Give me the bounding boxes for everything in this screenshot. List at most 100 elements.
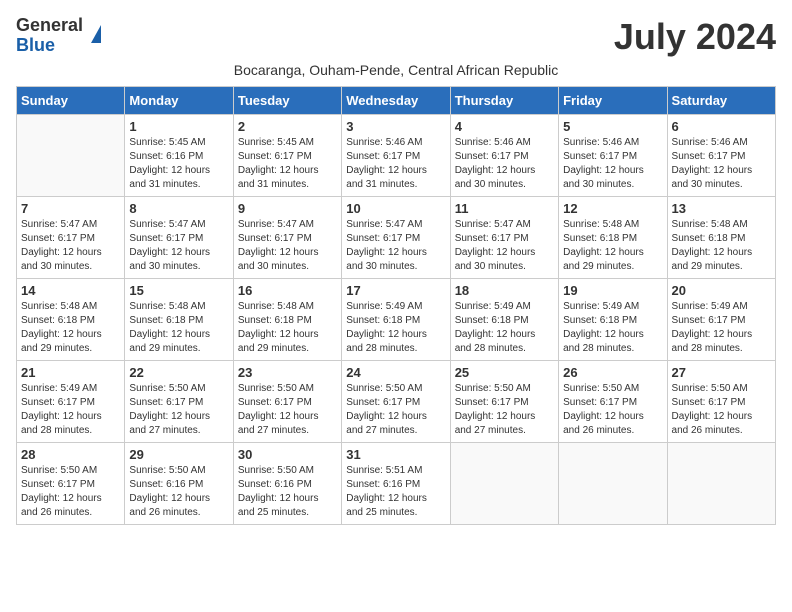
day-info: Sunrise: 5:47 AM Sunset: 6:17 PM Dayligh… [21,218,120,274]
day-number: 11 [455,201,554,216]
day-info: Sunrise: 5:50 AM Sunset: 6:16 PM Dayligh… [129,464,228,520]
logo-icon [91,25,101,43]
day-info: Sunrise: 5:47 AM Sunset: 6:17 PM Dayligh… [346,218,445,274]
logo: General Blue [16,16,101,56]
day-info: Sunrise: 5:48 AM Sunset: 6:18 PM Dayligh… [238,300,337,356]
calendar-week-row: 1 Sunrise: 5:45 AM Sunset: 6:16 PM Daylig… [17,115,776,197]
day-number: 16 [238,283,337,298]
day-number: 6 [672,119,771,134]
day-number: 26 [563,365,662,380]
day-number: 3 [346,119,445,134]
day-info: Sunrise: 5:50 AM Sunset: 6:17 PM Dayligh… [455,382,554,438]
calendar-cell: 12 Sunrise: 5:48 AM Sunset: 6:18 PM Dayli… [559,197,667,279]
logo-blue-text: Blue [16,36,83,56]
month-title: July 2024 [614,16,776,58]
calendar-cell: 2 Sunrise: 5:45 AM Sunset: 6:17 PM Daylig… [233,115,341,197]
day-number: 13 [672,201,771,216]
day-info: Sunrise: 5:46 AM Sunset: 6:17 PM Dayligh… [563,136,662,192]
day-info: Sunrise: 5:46 AM Sunset: 6:17 PM Dayligh… [455,136,554,192]
calendar-cell: 11 Sunrise: 5:47 AM Sunset: 6:17 PM Dayli… [450,197,558,279]
day-number: 17 [346,283,445,298]
day-info: Sunrise: 5:45 AM Sunset: 6:17 PM Dayligh… [238,136,337,192]
calendar-week-row: 7 Sunrise: 5:47 AM Sunset: 6:17 PM Daylig… [17,197,776,279]
calendar-cell: 21Sunrise: 5:49 AM Sunset: 6:17 PM Dayli… [17,361,125,443]
calendar-cell: 5 Sunrise: 5:46 AM Sunset: 6:17 PM Daylig… [559,115,667,197]
calendar-cell: 9 Sunrise: 5:47 AM Sunset: 6:17 PM Daylig… [233,197,341,279]
day-info: Sunrise: 5:48 AM Sunset: 6:18 PM Dayligh… [563,218,662,274]
calendar-cell: 29 Sunrise: 5:50 AM Sunset: 6:16 PM Dayli… [125,443,233,525]
day-info: Sunrise: 5:49 AM Sunset: 6:18 PM Dayligh… [563,300,662,356]
day-info: Sunrise: 5:46 AM Sunset: 6:17 PM Dayligh… [672,136,771,192]
day-number: 9 [238,201,337,216]
calendar-cell: 24 Sunrise: 5:50 AM Sunset: 6:17 PM Dayli… [342,361,450,443]
day-info: Sunrise: 5:49 AM Sunset: 6:17 PM Dayligh… [672,300,771,356]
calendar-cell [17,115,125,197]
day-info: Sunrise: 5:49 AM Sunset: 6:17 PM Dayligh… [21,382,120,438]
calendar-cell: 23 Sunrise: 5:50 AM Sunset: 6:17 PM Dayli… [233,361,341,443]
day-info: Sunrise: 5:46 AM Sunset: 6:17 PM Dayligh… [346,136,445,192]
day-number: 14 [21,283,120,298]
day-number: 1 [129,119,228,134]
calendar-day-header: Saturday [667,87,775,115]
day-number: 20 [672,283,771,298]
day-number: 24 [346,365,445,380]
day-number: 27 [672,365,771,380]
calendar-cell: 22 Sunrise: 5:50 AM Sunset: 6:17 PM Dayli… [125,361,233,443]
calendar-day-header: Thursday [450,87,558,115]
day-number: 5 [563,119,662,134]
day-info: Sunrise: 5:50 AM Sunset: 6:17 PM Dayligh… [672,382,771,438]
calendar-cell: 26 Sunrise: 5:50 AM Sunset: 6:17 PM Dayli… [559,361,667,443]
day-number: 19 [563,283,662,298]
day-info: Sunrise: 5:48 AM Sunset: 6:18 PM Dayligh… [672,218,771,274]
calendar-cell: 7 Sunrise: 5:47 AM Sunset: 6:17 PM Daylig… [17,197,125,279]
day-number: 22 [129,365,228,380]
calendar-cell: 16 Sunrise: 5:48 AM Sunset: 6:18 PM Dayli… [233,279,341,361]
day-number: 12 [563,201,662,216]
calendar-cell [450,443,558,525]
calendar-day-header: Monday [125,87,233,115]
day-info: Sunrise: 5:50 AM Sunset: 6:17 PM Dayligh… [563,382,662,438]
logo-general-text: General [16,16,83,36]
calendar-cell: 19 Sunrise: 5:49 AM Sunset: 6:18 PM Dayli… [559,279,667,361]
day-info: Sunrise: 5:50 AM Sunset: 6:17 PM Dayligh… [21,464,120,520]
day-info: Sunrise: 5:50 AM Sunset: 6:17 PM Dayligh… [238,382,337,438]
calendar-cell: 6 Sunrise: 5:46 AM Sunset: 6:17 PM Daylig… [667,115,775,197]
calendar-day-header: Wednesday [342,87,450,115]
day-info: Sunrise: 5:51 AM Sunset: 6:16 PM Dayligh… [346,464,445,520]
day-number: 30 [238,447,337,462]
day-info: Sunrise: 5:49 AM Sunset: 6:18 PM Dayligh… [346,300,445,356]
calendar-cell [559,443,667,525]
calendar-cell: 27 Sunrise: 5:50 AM Sunset: 6:17 PM Dayli… [667,361,775,443]
day-number: 25 [455,365,554,380]
day-info: Sunrise: 5:50 AM Sunset: 6:17 PM Dayligh… [129,382,228,438]
day-number: 7 [21,201,120,216]
calendar-week-row: 14 Sunrise: 5:48 AM Sunset: 6:18 PM Dayli… [17,279,776,361]
day-number: 4 [455,119,554,134]
calendar-week-row: 28Sunrise: 5:50 AM Sunset: 6:17 PM Dayli… [17,443,776,525]
calendar-cell: 14Sunrise: 5:48 AM Sunset: 6:18 PM Dayli… [17,279,125,361]
day-info: Sunrise: 5:47 AM Sunset: 6:17 PM Dayligh… [455,218,554,274]
day-number: 31 [346,447,445,462]
calendar-subtitle: Bocaranga, Ouham-Pende, Central African … [16,62,776,78]
day-info: Sunrise: 5:47 AM Sunset: 6:17 PM Dayligh… [129,218,228,274]
day-info: Sunrise: 5:47 AM Sunset: 6:17 PM Dayligh… [238,218,337,274]
day-info: Sunrise: 5:49 AM Sunset: 6:18 PM Dayligh… [455,300,554,356]
calendar-cell: 10 Sunrise: 5:47 AM Sunset: 6:17 PM Dayli… [342,197,450,279]
calendar-cell: 25 Sunrise: 5:50 AM Sunset: 6:17 PM Dayli… [450,361,558,443]
day-number: 29 [129,447,228,462]
day-info: Sunrise: 5:45 AM Sunset: 6:16 PM Dayligh… [129,136,228,192]
calendar-day-header: Sunday [17,87,125,115]
calendar-cell: 1 Sunrise: 5:45 AM Sunset: 6:16 PM Daylig… [125,115,233,197]
calendar-day-header: Friday [559,87,667,115]
calendar-day-header: Tuesday [233,87,341,115]
day-number: 23 [238,365,337,380]
calendar-cell: 3 Sunrise: 5:46 AM Sunset: 6:17 PM Daylig… [342,115,450,197]
calendar-cell: 28Sunrise: 5:50 AM Sunset: 6:17 PM Dayli… [17,443,125,525]
day-info: Sunrise: 5:50 AM Sunset: 6:17 PM Dayligh… [346,382,445,438]
calendar-week-row: 21Sunrise: 5:49 AM Sunset: 6:17 PM Dayli… [17,361,776,443]
calendar-cell: 18Sunrise: 5:49 AM Sunset: 6:18 PM Dayli… [450,279,558,361]
day-number: 2 [238,119,337,134]
day-number: 15 [129,283,228,298]
day-number: 10 [346,201,445,216]
calendar-cell: 17 Sunrise: 5:49 AM Sunset: 6:18 PM Dayli… [342,279,450,361]
